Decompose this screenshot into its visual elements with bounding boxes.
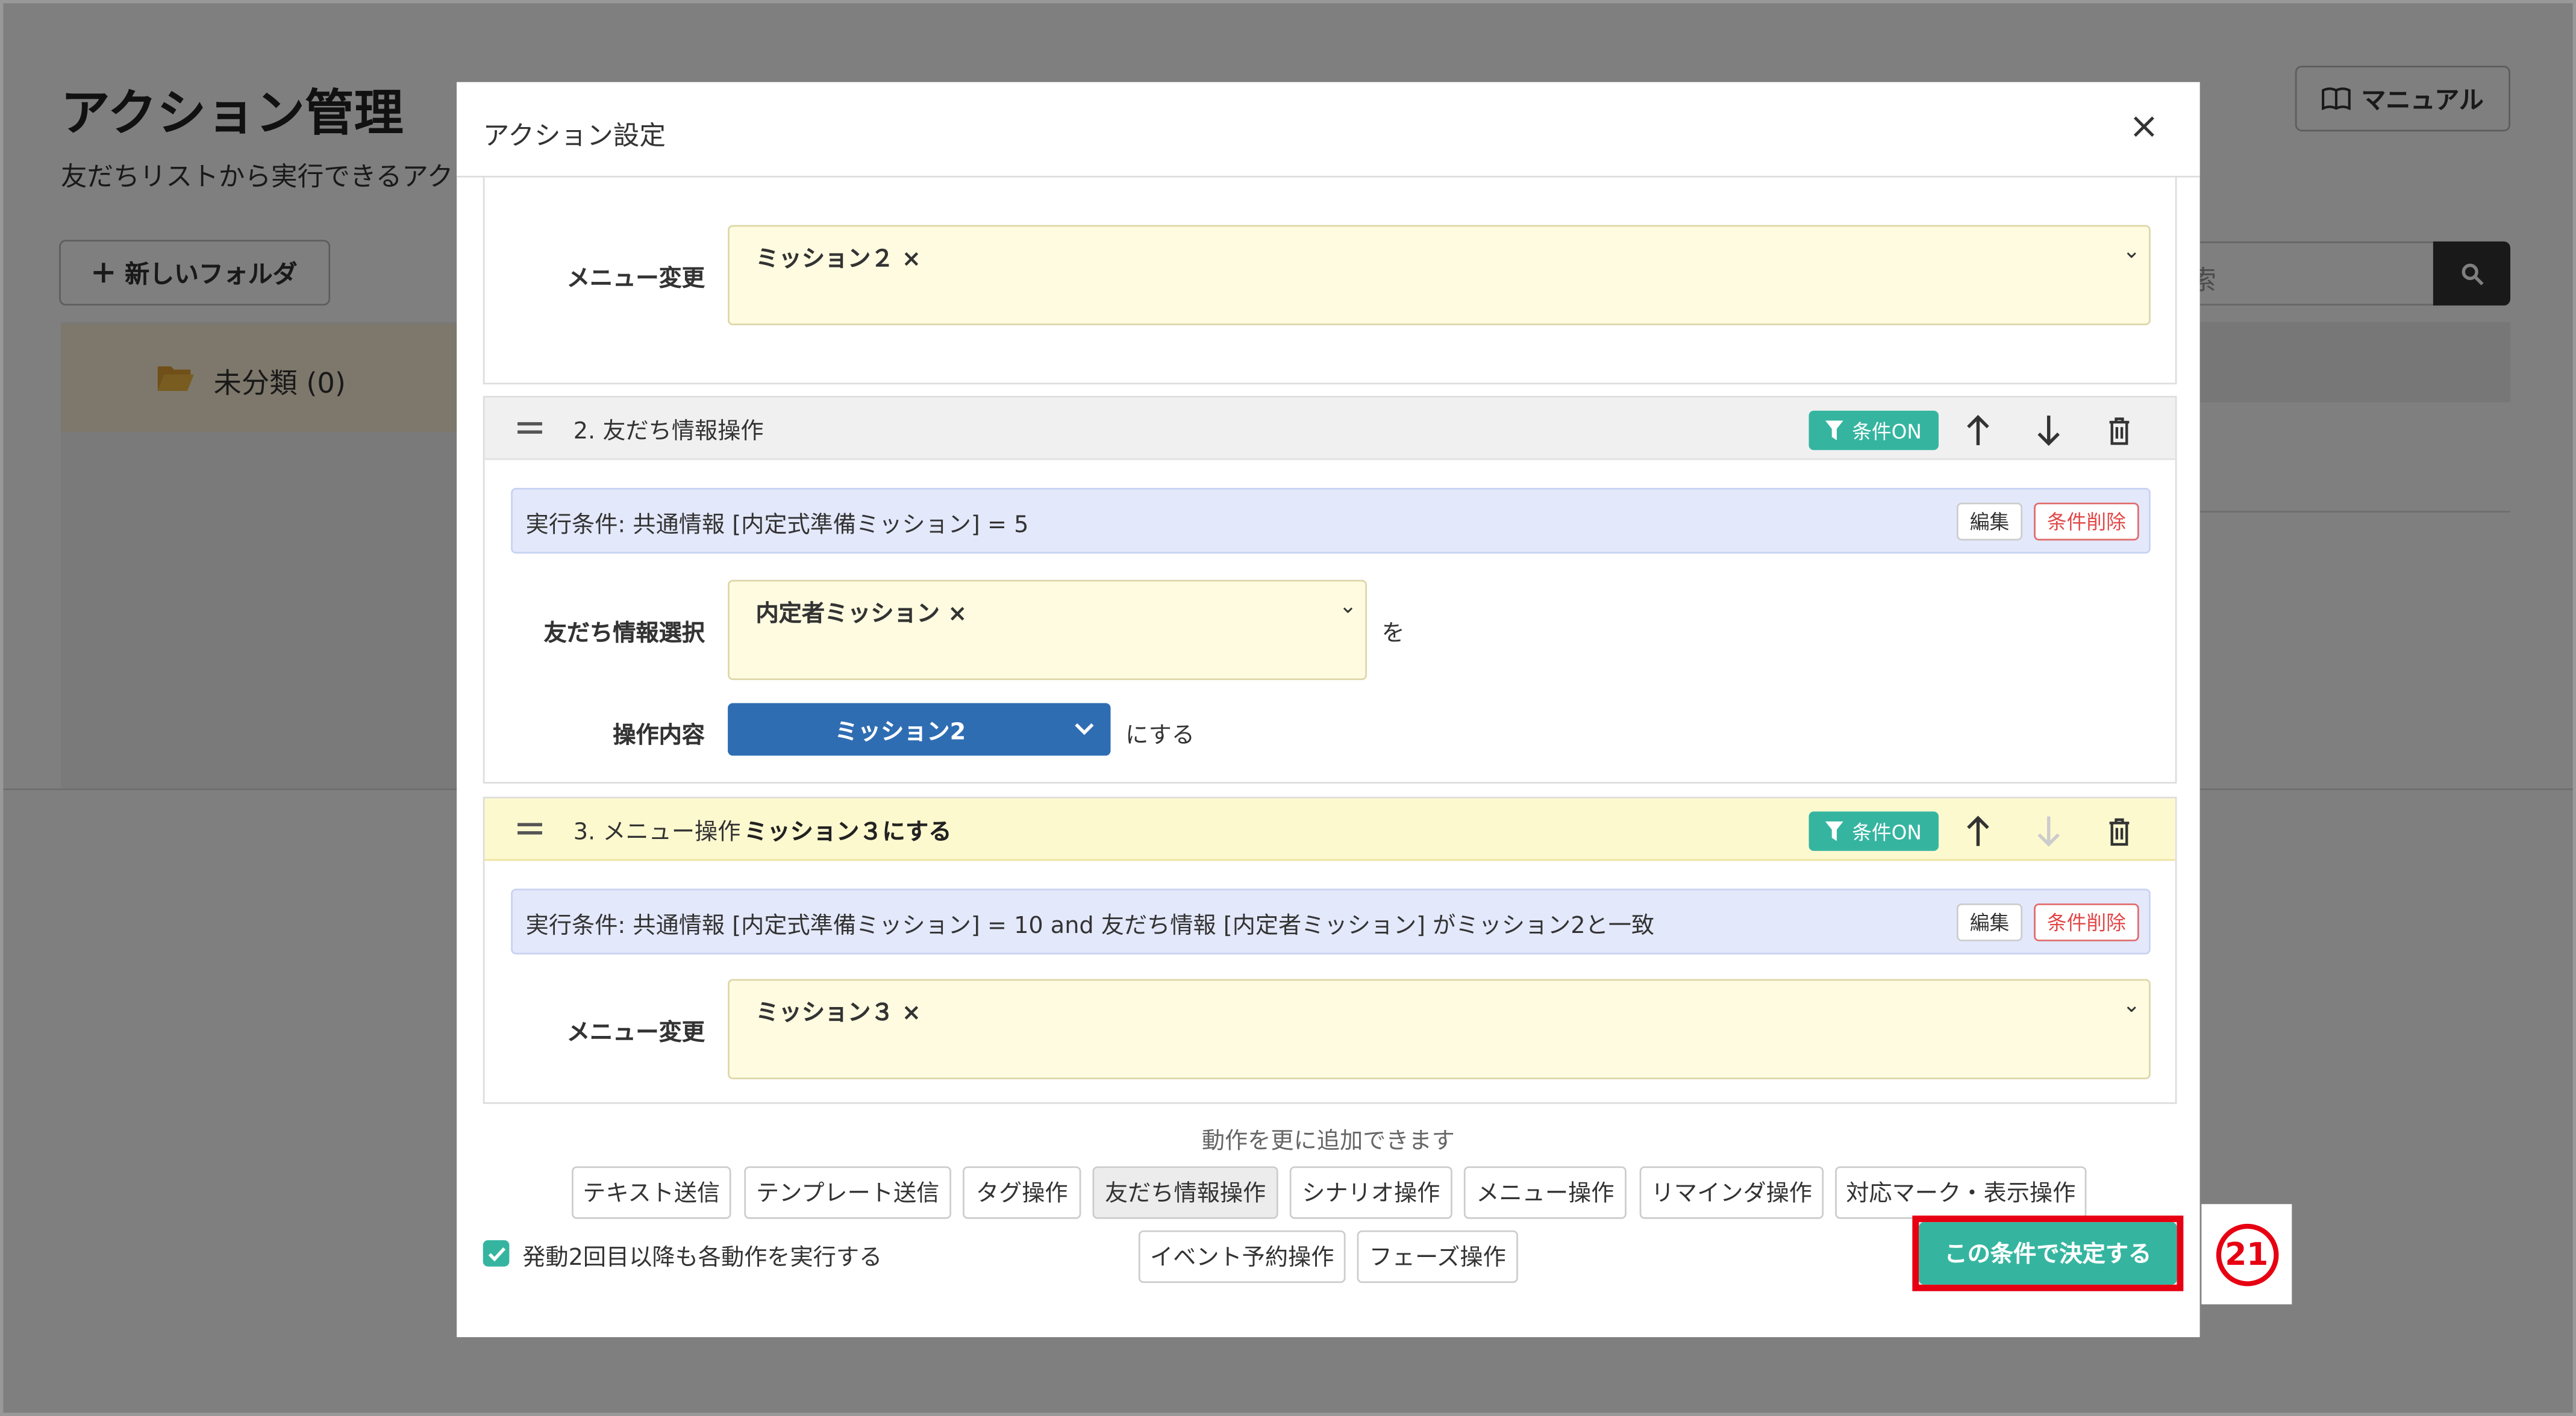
repeat-actions-checkbox[interactable]: [483, 1240, 510, 1267]
action-card-header: 2. 友だち情報操作 条件ON: [484, 398, 2175, 460]
menu-change-select[interactable]: ミッション３ × ⌄: [728, 979, 2151, 1079]
action-settings-modal: アクション設定 × メニュー変更 ミッション２ × ⌄ 2. 友だち情報操作 条…: [457, 82, 2200, 1338]
move-down-button: [2027, 810, 2070, 853]
chevron-down-icon: ⌄: [1339, 594, 1357, 620]
condition-text: 実行条件: 共通情報 [内定式準備ミッション] = 5: [525, 512, 1029, 539]
action-card-menu-top: メニュー変更 ミッション２ × ⌄: [483, 177, 2177, 385]
chevron-down-icon: ⌄: [2122, 994, 2141, 1018]
friend-info-label: 友だち情報選択: [543, 620, 705, 647]
add-scenario-operation-button[interactable]: シナリオ操作: [1289, 1166, 1452, 1219]
modal-title: アクション設定: [483, 120, 666, 151]
menu-change-select[interactable]: ミッション２ × ⌄: [728, 225, 2151, 326]
add-reminder-operation-button[interactable]: リマインダ操作: [1639, 1166, 1824, 1219]
action-card-title: 3. メニュー操作: [573, 819, 741, 846]
selected-tag[interactable]: ミッション３ ×: [755, 996, 921, 1029]
operation-suffix: にする: [1125, 723, 1195, 749]
chevron-down-icon: ⌄: [2122, 240, 2141, 265]
menu-change-label: メニュー変更: [566, 1020, 705, 1047]
condition-on-label: 条件ON: [1852, 419, 1922, 443]
selected-tag[interactable]: 内定者ミッション ×: [755, 596, 967, 629]
delete-condition-button[interactable]: 条件削除: [2034, 903, 2139, 941]
move-up-button[interactable]: [1957, 810, 1999, 853]
condition-on-badge[interactable]: 条件ON: [1809, 811, 1939, 851]
friend-info-suffix: を: [1381, 620, 1405, 647]
add-event-reservation-button[interactable]: イベント予約操作: [1138, 1230, 1346, 1283]
step-number-badge: 21: [2215, 1223, 2278, 1286]
operation-select[interactable]: ミッション2: [728, 703, 1111, 756]
action-card-header: 3. メニュー操作 ミッション３にする 条件ON: [484, 798, 2175, 861]
add-tag-operation-button[interactable]: タグ操作: [963, 1166, 1081, 1219]
delete-action-button[interactable]: [2098, 810, 2141, 853]
action-card-friend-info: 2. 友だち情報操作 条件ON 実行条件: 共通情報 [内定式準備ミッション] …: [483, 396, 2177, 784]
condition-bar: 実行条件: 共通情報 [内定式準備ミッション] = 10 and 友だち情報 […: [511, 888, 2151, 955]
step-callout: 21: [2201, 1204, 2292, 1305]
condition-text: 実行条件: 共通情報 [内定式準備ミッション] = 10 and 友だち情報 […: [525, 913, 1655, 940]
chevron-down-icon: [1075, 723, 1094, 735]
confirm-condition-button[interactable]: この条件で決定する: [1919, 1222, 2177, 1285]
add-friend-info-operation-button[interactable]: 友だち情報操作: [1092, 1166, 1278, 1219]
filter-icon: [1825, 420, 1844, 440]
add-template-send-button[interactable]: テンプレート送信: [744, 1166, 951, 1219]
selected-tag[interactable]: ミッション２ ×: [755, 242, 921, 275]
close-icon[interactable]: ×: [2128, 108, 2161, 148]
condition-on-badge[interactable]: 条件ON: [1809, 410, 1939, 451]
delete-action-button[interactable]: [2098, 409, 2141, 452]
condition-on-label: 条件ON: [1852, 820, 1922, 844]
arrow-up-icon: [1967, 816, 1989, 846]
trash-icon: [2109, 817, 2130, 845]
arrow-down-icon: [2037, 816, 2060, 847]
friend-info-select[interactable]: 内定者ミッション × ⌄: [728, 579, 1367, 681]
trash-icon: [2109, 416, 2130, 444]
move-down-button[interactable]: [2027, 409, 2070, 452]
action-card-title: 2. 友だち情報操作: [573, 419, 764, 446]
condition-bar: 実行条件: 共通情報 [内定式準備ミッション] = 5 編集 条件削除: [511, 488, 2151, 554]
modal-body: メニュー変更 ミッション２ × ⌄ 2. 友だち情報操作 条件ON 実行条件: …: [457, 177, 2199, 1338]
filter-icon: [1825, 821, 1844, 841]
modal-header: アクション設定 ×: [457, 82, 2200, 178]
edit-condition-button[interactable]: 編集: [1956, 903, 2023, 941]
add-actions-label: 動作を更に追加できます: [1201, 1128, 1455, 1155]
add-phase-operation-button[interactable]: フェーズ操作: [1357, 1230, 1518, 1283]
delete-condition-button[interactable]: 条件削除: [2034, 502, 2139, 541]
menu-change-label: メニュー変更: [566, 266, 705, 293]
operation-label: 操作内容: [613, 723, 705, 749]
action-card-summary: ミッション３にする: [744, 819, 952, 846]
operation-value: ミッション2: [834, 719, 966, 746]
arrow-up-icon: [1967, 414, 1989, 446]
add-text-send-button[interactable]: テキスト送信: [572, 1166, 731, 1219]
repeat-actions-label[interactable]: 発動2回目以降も各動作を実行する: [522, 1240, 882, 1273]
drag-handle-icon[interactable]: [517, 823, 542, 836]
add-menu-operation-button[interactable]: メニュー操作: [1463, 1166, 1627, 1219]
drag-handle-icon[interactable]: [517, 422, 542, 435]
add-mark-display-operation-button[interactable]: 対応マーク・表示操作: [1835, 1166, 2087, 1219]
action-card-menu: 3. メニュー操作 ミッション３にする 条件ON 実行条件: 共通情報 [内定式…: [483, 796, 2177, 1104]
edit-condition-button[interactable]: 編集: [1956, 502, 2023, 541]
arrow-down-icon: [2037, 416, 2060, 446]
screenshot-stage: アクション管理 友だちリストから実行できるアク マニュアル 新しいフォルダ 未分…: [0, 0, 2576, 1416]
move-up-button[interactable]: [1957, 409, 1999, 452]
check-icon: [487, 1246, 505, 1261]
